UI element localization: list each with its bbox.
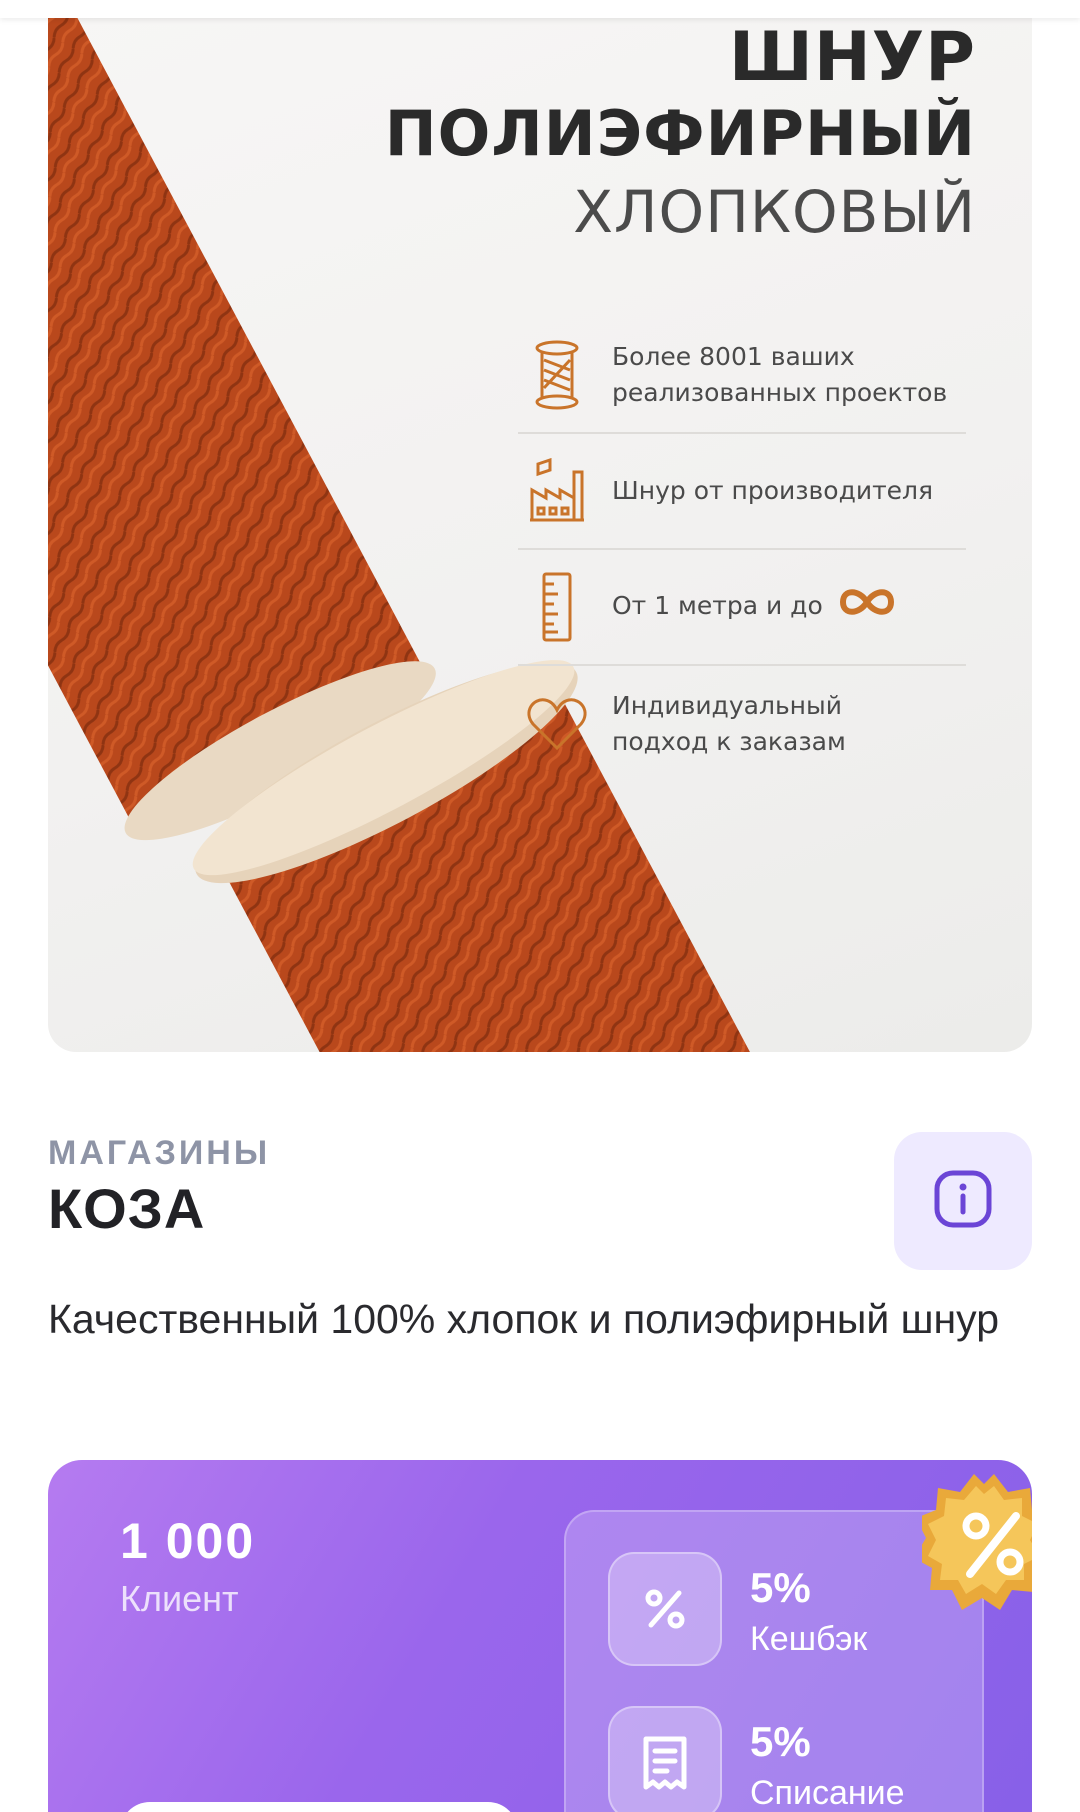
client-count: 1 000 xyxy=(120,1513,256,1569)
headline-line-2: ПОЛИЭФИРНЫЙ xyxy=(384,97,976,170)
client-label: Клиент xyxy=(120,1578,239,1619)
loyalty-action-button[interactable] xyxy=(120,1802,518,1812)
feature-text-label: От 1 метра и до xyxy=(612,591,823,620)
feature-item: Более 8001 ваших реализованных проектов xyxy=(518,318,966,434)
percent-icon xyxy=(608,1552,722,1666)
feature-text: Более 8001 ваших реализованных проектов xyxy=(612,342,948,407)
feature-item: Шнур от производителя xyxy=(518,434,966,550)
spool-icon xyxy=(518,336,596,414)
perk-value: 5% xyxy=(750,1718,811,1765)
perk-label: Кешбэк xyxy=(750,1620,868,1658)
discount-badge-icon xyxy=(914,1470,1032,1645)
feature-text: Индивидуальный подход к заказам xyxy=(612,691,846,756)
headline-line-1: ШНУР xyxy=(728,18,976,97)
perk-label: Списание xyxy=(750,1774,905,1812)
banner-headline: ШНУР ПОЛИЭФИРНЫЙ ХЛОПКОВЫЙ xyxy=(385,20,976,252)
feature-text: От 1 метра и до xyxy=(612,587,895,627)
product-banner[interactable]: ШНУР ПОЛИЭФИРНЫЙ ХЛОПКОВЫЙ Более 8001 ва… xyxy=(48,0,1032,1052)
factory-icon xyxy=(518,452,596,530)
feature-item: Индивидуальный подход к заказам xyxy=(518,666,966,782)
infinity-icon xyxy=(839,587,895,627)
loyalty-card[interactable]: 1 000 Клиент 5% Кешбэк 5% Списание xyxy=(48,1460,1032,1812)
heart-icon xyxy=(518,685,596,763)
perk-value: 5% xyxy=(750,1564,811,1611)
info-button[interactable] xyxy=(894,1132,1032,1270)
feature-item: От 1 метра и до xyxy=(518,550,966,666)
perks-panel: 5% Кешбэк 5% Списание xyxy=(564,1510,984,1812)
feature-text: Шнур от производителя xyxy=(612,476,934,505)
top-bar xyxy=(0,0,1080,18)
shop-name: КОЗА xyxy=(48,1177,206,1240)
shop-category-label: МАГАЗИНЫ xyxy=(48,1134,271,1172)
shop-description: Качественный 100% хлопок и полиэфирный ш… xyxy=(48,1296,1000,1342)
perk-cashback: 5% Кешбэк xyxy=(608,1552,867,1666)
feature-list: Более 8001 ваших реализованных проектов … xyxy=(518,318,966,782)
info-icon xyxy=(933,1169,993,1234)
perk-writeoff: 5% Списание xyxy=(608,1706,905,1812)
receipt-icon xyxy=(608,1706,722,1812)
ruler-icon xyxy=(518,568,596,646)
headline-line-3: ХЛОПКОВЫЙ xyxy=(573,178,976,246)
